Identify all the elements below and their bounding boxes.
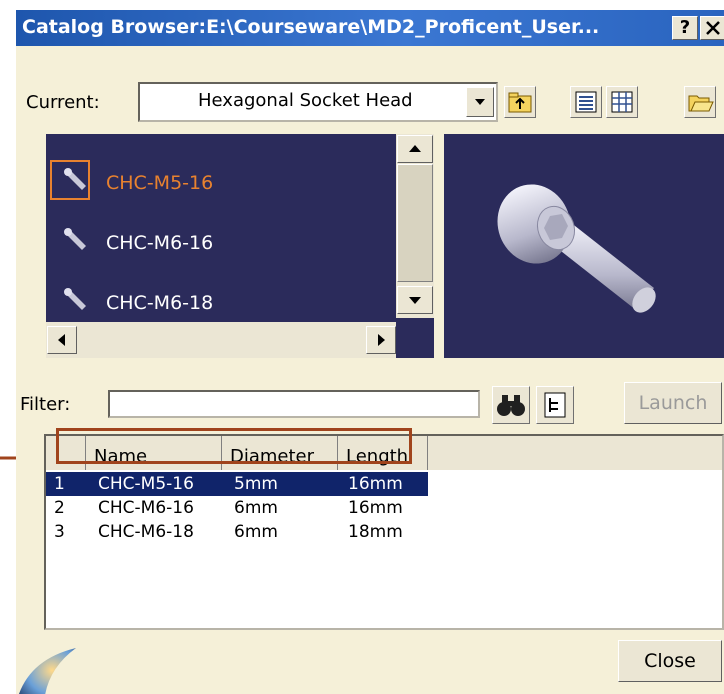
screw-icon [64, 288, 86, 310]
close-icon [706, 21, 720, 35]
screw-icon [64, 168, 86, 190]
table-row[interactable]: 1 CHC-M5-16 5mm 16mm [46, 472, 428, 496]
filter-label: Filter: [20, 394, 71, 415]
close-button[interactable]: Close [618, 640, 722, 682]
list-item-label: CHC-M6-18 [106, 292, 214, 314]
row-length: 16mm [348, 498, 403, 518]
tree-view-button[interactable] [536, 386, 574, 424]
current-label: Current: [26, 92, 100, 113]
decorative-swoosh [19, 648, 76, 694]
list-item-label: CHC-M6-16 [106, 232, 214, 254]
row-diameter: 5mm [234, 474, 278, 494]
vertical-scrollbar[interactable] [396, 134, 434, 318]
help-button[interactable]: ? [672, 16, 698, 40]
scroll-left-button[interactable] [47, 326, 77, 354]
binoculars-icon [497, 395, 525, 416]
row-length: 16mm [348, 474, 403, 494]
list-item[interactable]: CHC-M6-16 [46, 214, 406, 270]
scroll-thumb[interactable] [397, 164, 433, 282]
folder-up-icon [508, 92, 532, 113]
table-view-icon [611, 91, 633, 113]
row-name: CHC-M6-16 [98, 498, 194, 518]
current-catalog-select[interactable]: Hexagonal Socket Head [138, 82, 498, 122]
row-name: CHC-M5-16 [98, 474, 194, 494]
catalog-browser-dialog: Catalog Browser:E:\Courseware\MD2_Profic… [16, 10, 724, 694]
table-row[interactable]: 3 CHC-M6-18 6mm 18mm [46, 520, 428, 544]
row-diameter: 6mm [234, 522, 278, 542]
scroll-right-button[interactable] [366, 326, 396, 354]
screw-preview-image [497, 184, 656, 313]
row-diameter: 6mm [234, 498, 278, 518]
row-name: CHC-M6-18 [98, 522, 194, 542]
open-catalog-button[interactable] [684, 86, 716, 118]
arrow-left-icon [58, 334, 65, 346]
title-bar[interactable]: Catalog Browser:E:\Courseware\MD2_Profic… [16, 10, 724, 46]
row-index: 1 [54, 474, 65, 494]
screw-icon [64, 228, 86, 250]
launch-button[interactable]: Launch [624, 382, 722, 424]
open-folder-icon [688, 95, 714, 112]
arrow-down-icon [409, 297, 421, 304]
arrow-right-icon [378, 334, 385, 346]
row-index: 2 [54, 498, 65, 518]
close-window-button[interactable] [700, 16, 724, 40]
window-title: Catalog Browser:E:\Courseware\MD2_Profic… [22, 16, 600, 38]
chevron-down-icon [475, 99, 485, 105]
table-view-button[interactable] [606, 86, 638, 118]
part-preview [444, 134, 724, 358]
filter-input[interactable] [108, 390, 480, 418]
tree-view-icon [544, 392, 566, 418]
row-index: 3 [54, 522, 65, 542]
row-length: 18mm [348, 522, 403, 542]
scroll-up-button[interactable] [397, 135, 433, 163]
scroll-down-button[interactable] [397, 286, 433, 314]
parent-folder-button[interactable] [504, 86, 536, 118]
details-view-icon [575, 91, 597, 113]
arrow-up-icon [409, 145, 421, 152]
search-button[interactable] [492, 386, 530, 424]
current-catalog-value: Hexagonal Socket Head [198, 90, 413, 111]
header-highlight-box [56, 428, 412, 464]
details-view-button[interactable] [570, 86, 602, 118]
table-row[interactable]: 2 CHC-M6-16 6mm 16mm [46, 496, 428, 520]
horizontal-scrollbar[interactable] [46, 322, 396, 358]
list-item-label: CHC-M5-16 [106, 172, 214, 194]
list-item[interactable]: CHC-M5-16 [46, 154, 406, 210]
dropdown-button[interactable] [466, 87, 494, 117]
